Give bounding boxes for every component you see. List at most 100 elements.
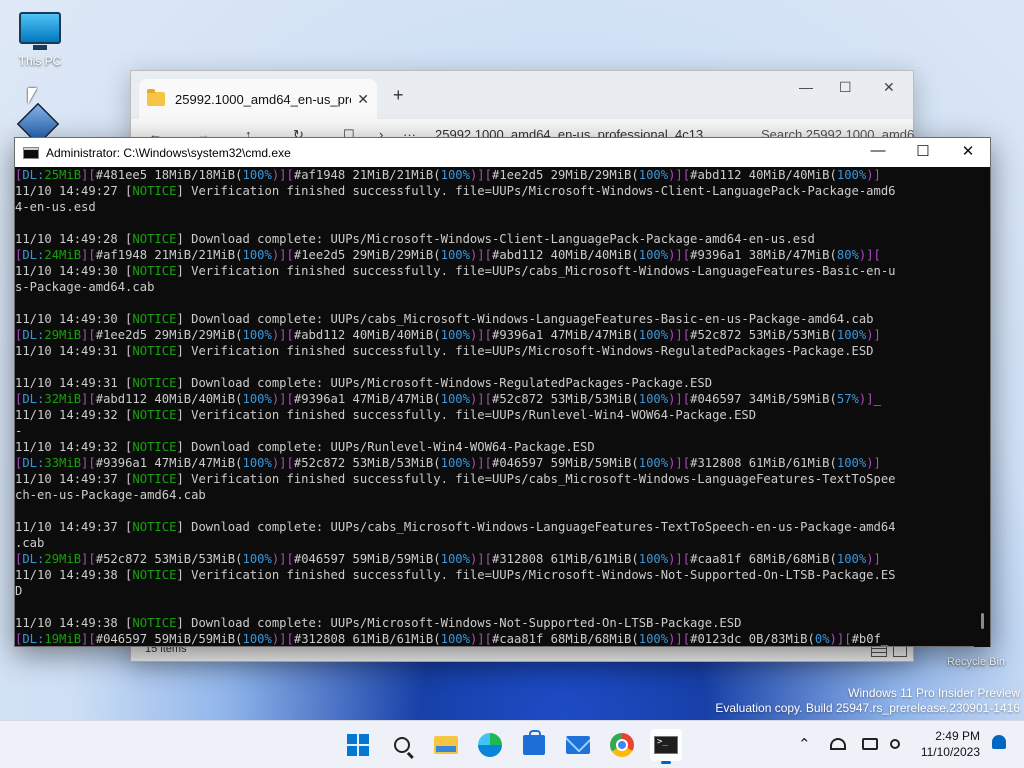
chrome-button[interactable] [606,729,638,761]
console-text: NOTICE [132,472,177,486]
desktop-icon-label: Recycle Bin [946,656,1006,668]
explorer-close-button[interactable]: ✕ [883,79,895,96]
console-text: )][ [668,392,691,406]
edge-icon [478,733,502,757]
network-offline-icon[interactable] [830,738,846,750]
scrollbar-thumb[interactable] [981,613,984,629]
console-line: [DL:25MiB][#481ee5 18MiB/18MiB(100%)][#a… [15,167,975,183]
console-text: #0123dc 0B/83MiB( [690,632,815,646]
console-text: 25MiB [44,168,82,182]
console-line: 11/10 14:49:31 [NOTICE] Verification fin… [15,343,975,359]
cmd-maximize-button[interactable]: ☐ [913,142,933,160]
console-text: )][ [668,328,691,342]
cmd-icon [23,146,39,159]
show-hidden-icons-chevron-icon[interactable]: ⌃ [798,735,811,753]
clock-date: 11/10/2023 [920,745,980,759]
console-text: ] Verification finished successfully. fi… [176,344,874,358]
console-text: 100% [638,632,669,646]
cmd-title-bar[interactable]: Administrator: C:\Windows\system32\cmd.e… [15,138,990,167]
console-text: 100% [242,552,272,566]
new-tab-button[interactable]: + [393,85,404,106]
console-text: NOTICE [132,616,177,630]
start-button[interactable] [342,729,374,761]
search-icon [394,737,410,753]
console-text: )][ [858,248,881,262]
console-text: #9396a1 38MiB/47MiB( [690,248,837,262]
console-text: NOTICE [132,312,177,326]
console-text: #abd112 40MiB/40MiB( [293,328,441,342]
file-explorer-button[interactable] [430,729,462,761]
console-text: )][ [271,248,294,262]
console-text: #b0f [851,632,881,646]
console-text: )][ [829,632,852,646]
search-button[interactable] [386,729,418,761]
console-line: 11/10 14:49:37 [NOTICE] Verification fin… [15,471,975,487]
console-text: 100% [242,168,272,182]
notification-bell-icon[interactable] [992,735,1006,749]
console-text: NOTICE [132,520,177,534]
console-text: #52c872 53MiB/53MiB( [293,456,441,470]
tab-close-icon[interactable]: ✕ [357,91,369,108]
display-icon[interactable] [862,738,878,750]
console-line: ch-en-us-Package-amd64.cab [15,487,975,503]
console-text: #abd112 40MiB/40MiB( [491,248,639,262]
volume-muted-icon[interactable] [890,739,900,749]
console-text: )][ [668,248,691,262]
store-button[interactable] [518,729,550,761]
console-text: ] Verification finished successfully. fi… [176,264,896,278]
scrollbar[interactable] [974,167,990,647]
explorer-tab[interactable]: 25992.1000_amd64_en-us_pro ✕ [139,79,377,119]
console-line: 11/10 14:49:30 [NOTICE] Verification fin… [15,263,975,279]
console-text: 100% [440,248,470,262]
console-text: )][ [668,456,691,470]
console-text: 32MiB [44,392,82,406]
console-text: ][ [81,456,96,470]
console-text: #caa81f 68MiB/68MiB( [491,632,639,646]
mail-button[interactable] [562,729,594,761]
console-text: 100% [242,328,272,342]
console-line: 11/10 14:49:31 [NOTICE] Download complet… [15,375,975,391]
console-text: #caa81f 68MiB/68MiB( [690,552,837,566]
mouse-cursor-icon [28,88,37,104]
console-text: DL: [22,632,45,646]
console-text: 100% [638,328,669,342]
edge-button[interactable] [474,729,506,761]
console-text: #52c872 53MiB/53MiB( [95,552,243,566]
console-text: #af1948 21MiB/21MiB( [95,248,243,262]
console-text: 11/10 14:49:37 [ [15,472,133,486]
cmd-window[interactable]: Administrator: C:\Windows\system32\cmd.e… [14,137,991,647]
desktop-icon-this-pc[interactable]: This PC [8,12,72,68]
console-text: 11/10 14:49:27 [ [15,184,133,198]
console-text: ] Download complete: UUPs/Runlevel-Win4-… [176,440,595,454]
explorer-maximize-button[interactable]: ☐ [839,79,852,96]
system-clock[interactable]: 2:49 PM 11/10/2023 [921,728,980,760]
console-text: 0% [814,632,830,646]
explorer-minimize-button[interactable]: — [799,79,813,95]
console-text: )] [866,552,881,566]
console-output[interactable]: [DL:25MiB][#481ee5 18MiB/18MiB(100%)][#a… [15,167,975,647]
console-text: #312808 61MiB/61MiB( [491,552,639,566]
console-text: ][ [81,328,96,342]
console-text: NOTICE [132,568,177,582]
console-text: )] [866,328,881,342]
console-text: _ [880,632,889,646]
console-text: 4-en-us.esd [15,200,96,214]
folder-icon [147,89,165,106]
console-text: )][ [469,392,492,406]
console-text: 100% [242,248,272,262]
console-text: )] [866,168,881,182]
console-text: #312808 61MiB/61MiB( [293,632,441,646]
cmd-taskbar-button[interactable] [650,729,682,764]
console-text: NOTICE [132,344,177,358]
console-text: )][ [469,456,492,470]
console-text: 100% [242,632,272,646]
cmd-close-button[interactable]: ✕ [958,142,978,160]
console-line: .cab [15,535,975,551]
console-line: [DL:29MiB][#1ee2d5 29MiB/29MiB(100%)][#a… [15,327,975,343]
cmd-minimize-button[interactable]: — [868,142,888,159]
console-text: DL: [22,392,45,406]
console-line: [DL:33MiB][#9396a1 47MiB/47MiB(100%)][#5… [15,455,975,471]
